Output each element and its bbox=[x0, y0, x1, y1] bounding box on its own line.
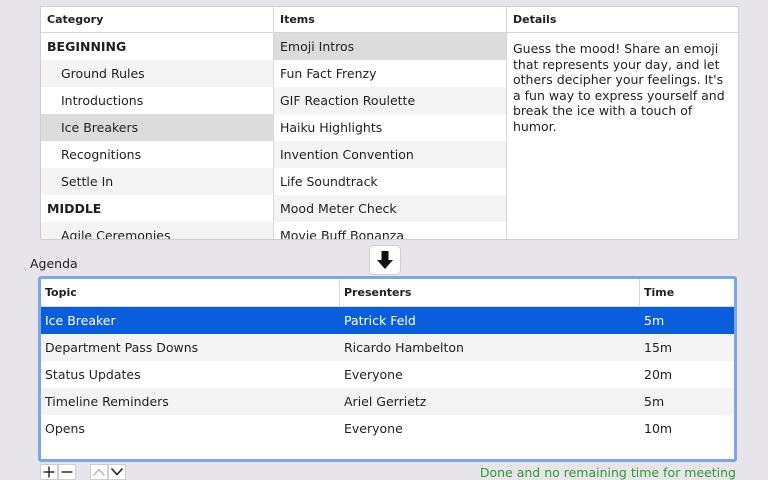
category-column-header[interactable]: Category bbox=[41, 7, 273, 33]
item-row[interactable]: Haiku Highlights bbox=[274, 114, 506, 141]
agenda-time: 15m bbox=[644, 340, 673, 355]
agenda-presenter: Everyone bbox=[344, 367, 403, 382]
remove-button[interactable] bbox=[58, 464, 76, 480]
minus-icon bbox=[61, 471, 73, 473]
item-row-selected[interactable]: Emoji Intros bbox=[274, 33, 506, 60]
item-row[interactable]: Fun Fact Frenzy bbox=[274, 60, 506, 87]
agenda-topic: Opens bbox=[45, 421, 85, 436]
agenda-time: 20m bbox=[644, 367, 673, 382]
agenda-time: 5m bbox=[644, 313, 665, 328]
agenda-topic: Ice Breaker bbox=[45, 313, 116, 328]
agenda-presenter: Ricardo Hambelton bbox=[344, 340, 464, 355]
agenda-time: 10m bbox=[644, 421, 673, 436]
agenda-topic: Timeline Reminders bbox=[45, 394, 169, 409]
details-column-header[interactable]: Details bbox=[507, 7, 738, 33]
topic-column-header[interactable]: Topic bbox=[41, 279, 340, 306]
details-text: Guess the mood! Share an emoji that repr… bbox=[513, 41, 725, 134]
items-column-header[interactable]: Items bbox=[274, 7, 506, 33]
activity-browser: Category BEGINNING Ground Rules Introduc… bbox=[40, 6, 739, 240]
category-row[interactable]: MIDDLE bbox=[41, 195, 273, 222]
agenda-table: Topic Presenters Time Ice Breaker Patric… bbox=[38, 276, 737, 462]
plus-icon bbox=[43, 466, 55, 478]
details-column: Details Guess the mood! Share an emoji t… bbox=[507, 7, 738, 239]
category-row[interactable]: Introductions bbox=[41, 87, 273, 114]
agenda-row[interactable]: Timeline Reminders Ariel Gerrietz 5m bbox=[41, 388, 734, 415]
agenda-label: Agenda bbox=[30, 256, 78, 271]
category-column: Category BEGINNING Ground Rules Introduc… bbox=[41, 7, 274, 239]
agenda-presenter: Ariel Gerrietz bbox=[344, 394, 427, 409]
agenda-presenter: Everyone bbox=[344, 421, 403, 436]
meeting-status: Done and no remaining time for meeting bbox=[479, 465, 736, 480]
item-row[interactable]: Life Soundtrack bbox=[274, 168, 506, 195]
category-row[interactable]: BEGINNING bbox=[41, 33, 273, 60]
presenters-column-header[interactable]: Presenters bbox=[340, 279, 640, 306]
item-row[interactable]: GIF Reaction Roulette bbox=[274, 87, 506, 114]
agenda-row-selected[interactable]: Ice Breaker Patrick Feld 5m bbox=[41, 307, 734, 334]
category-row-selected[interactable]: Ice Breakers bbox=[41, 114, 273, 141]
agenda-topic: Department Pass Downs bbox=[45, 340, 199, 355]
move-down-button[interactable] bbox=[108, 464, 126, 480]
agenda-presenter: Patrick Feld bbox=[344, 313, 416, 328]
add-to-agenda-button[interactable] bbox=[369, 245, 401, 275]
agenda-row[interactable]: Department Pass Downs Ricardo Hambelton … bbox=[41, 334, 734, 361]
agenda-table-header: Topic Presenters Time bbox=[41, 279, 734, 307]
category-row[interactable]: Ground Rules bbox=[41, 60, 273, 87]
category-row[interactable]: Settle In bbox=[41, 168, 273, 195]
chevron-up-icon bbox=[92, 468, 106, 477]
item-row[interactable]: Movie Buff Bonanza bbox=[274, 222, 506, 239]
agenda-row[interactable]: Status Updates Everyone 20m bbox=[41, 361, 734, 388]
items-column: Items Emoji Intros Fun Fact Frenzy GIF R… bbox=[274, 7, 507, 239]
chevron-down-icon bbox=[110, 467, 124, 476]
agenda-controls bbox=[40, 464, 126, 480]
time-column-header[interactable]: Time bbox=[640, 279, 734, 306]
item-row[interactable]: Mood Meter Check bbox=[274, 195, 506, 222]
agenda-topic: Status Updates bbox=[45, 367, 141, 382]
item-row[interactable]: Invention Convention bbox=[274, 141, 506, 168]
add-button[interactable] bbox=[40, 464, 58, 480]
category-row[interactable]: Recognitions bbox=[41, 141, 273, 168]
category-row[interactable]: Agile Ceremonies bbox=[41, 222, 273, 239]
agenda-time: 5m bbox=[644, 394, 665, 409]
agenda-row[interactable]: Opens Everyone 10m bbox=[41, 415, 734, 442]
move-up-button[interactable] bbox=[90, 464, 108, 480]
arrow-down-icon bbox=[377, 251, 393, 269]
